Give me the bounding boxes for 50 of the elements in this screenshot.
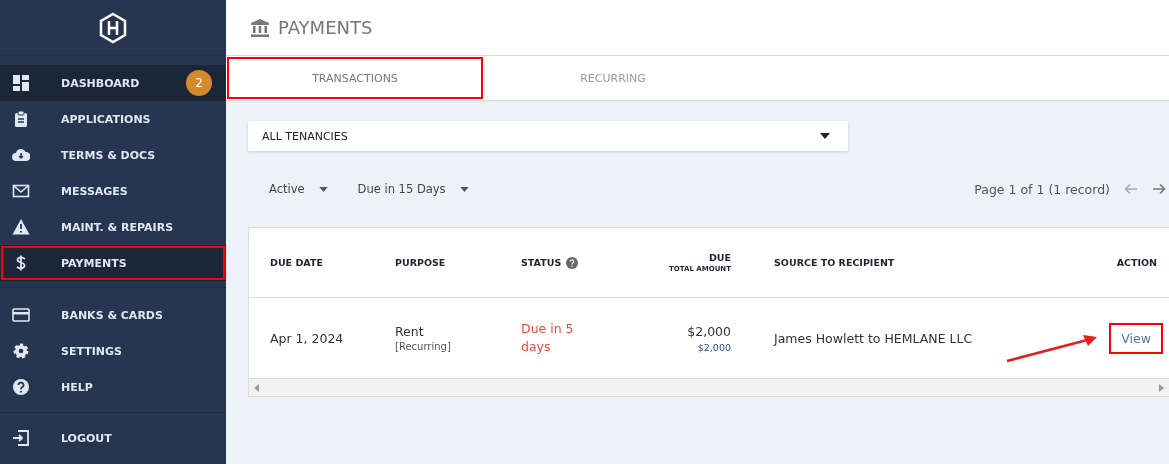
- clipboard-icon: [12, 110, 30, 128]
- scroll-left-icon[interactable]: [254, 383, 259, 392]
- horizontal-scrollbar[interactable]: [249, 379, 1169, 396]
- warning-icon: [12, 218, 30, 236]
- recurring-note: [Recurring]: [395, 341, 452, 352]
- table-cell-text: Apr 1, 2024: [270, 330, 345, 346]
- settings-icon: [12, 342, 30, 360]
- help-icon[interactable]: [566, 256, 579, 269]
- scroll-right-icon[interactable]: [1159, 383, 1164, 392]
- nav-item[interactable]: SETTINGS: [0, 333, 226, 369]
- column-header: STATUS: [521, 257, 562, 268]
- column-header: DUE DATE: [270, 257, 323, 268]
- bank-icon: [250, 17, 270, 38]
- caret-icon: [459, 186, 469, 192]
- total-amount: $2,000: [697, 341, 731, 353]
- tab[interactable]: TRANSACTIONS: [226, 56, 484, 100]
- logout-icon: [12, 429, 30, 447]
- cloud-download-icon: [12, 146, 30, 164]
- caret-icon: [820, 133, 830, 139]
- nav-item[interactable]: HELP: [0, 369, 226, 405]
- nav-item[interactable]: LOGOUT: [0, 420, 226, 456]
- nav-item[interactable]: PAYMENTS: [0, 245, 226, 281]
- card-icon: [12, 306, 30, 324]
- nav-item[interactable]: BANKS & CARDS: [0, 297, 226, 333]
- view-link[interactable]: View: [1109, 322, 1163, 354]
- table-cell-text: Rent: [395, 324, 425, 339]
- envelope-icon: [12, 182, 30, 200]
- filter-dropdown[interactable]: Due in 15 Days: [357, 182, 469, 196]
- column-header: ACTION: [1116, 257, 1157, 268]
- nav-item[interactable]: TERMS & DOCS: [0, 137, 226, 173]
- dashboard-icon: [12, 74, 30, 92]
- logo-icon: [97, 11, 129, 44]
- status-text: Due in 5 days: [521, 319, 575, 356]
- tenancy-dropdown[interactable]: ALL TENANCIES: [248, 121, 848, 151]
- nav-item[interactable]: DASHBOARD 2: [0, 65, 226, 101]
- filter-dropdown[interactable]: Active: [269, 182, 328, 196]
- page-title: PAYMENTS: [278, 17, 373, 38]
- nav-item[interactable]: APPLICATIONS: [0, 101, 226, 137]
- notification-badge: 2: [186, 70, 212, 96]
- table-cell: $2,000: [687, 323, 731, 339]
- nav-item[interactable]: MAINT. & REPAIRS: [0, 209, 226, 245]
- column-header: DUE: [708, 252, 731, 263]
- caret-icon: [318, 186, 328, 192]
- help-icon: [12, 378, 30, 396]
- column-header: SOURCE TO RECIPIENT: [774, 257, 895, 268]
- next-arrow-icon[interactable]: [1152, 183, 1166, 195]
- column-header: PURPOSE: [395, 257, 446, 268]
- table-cell-text: James Howlett to HEMLANE LLC: [774, 330, 974, 346]
- nav-item[interactable]: MESSAGES: [0, 173, 226, 209]
- page-info: Page 1 of 1 (1 record): [974, 181, 1110, 197]
